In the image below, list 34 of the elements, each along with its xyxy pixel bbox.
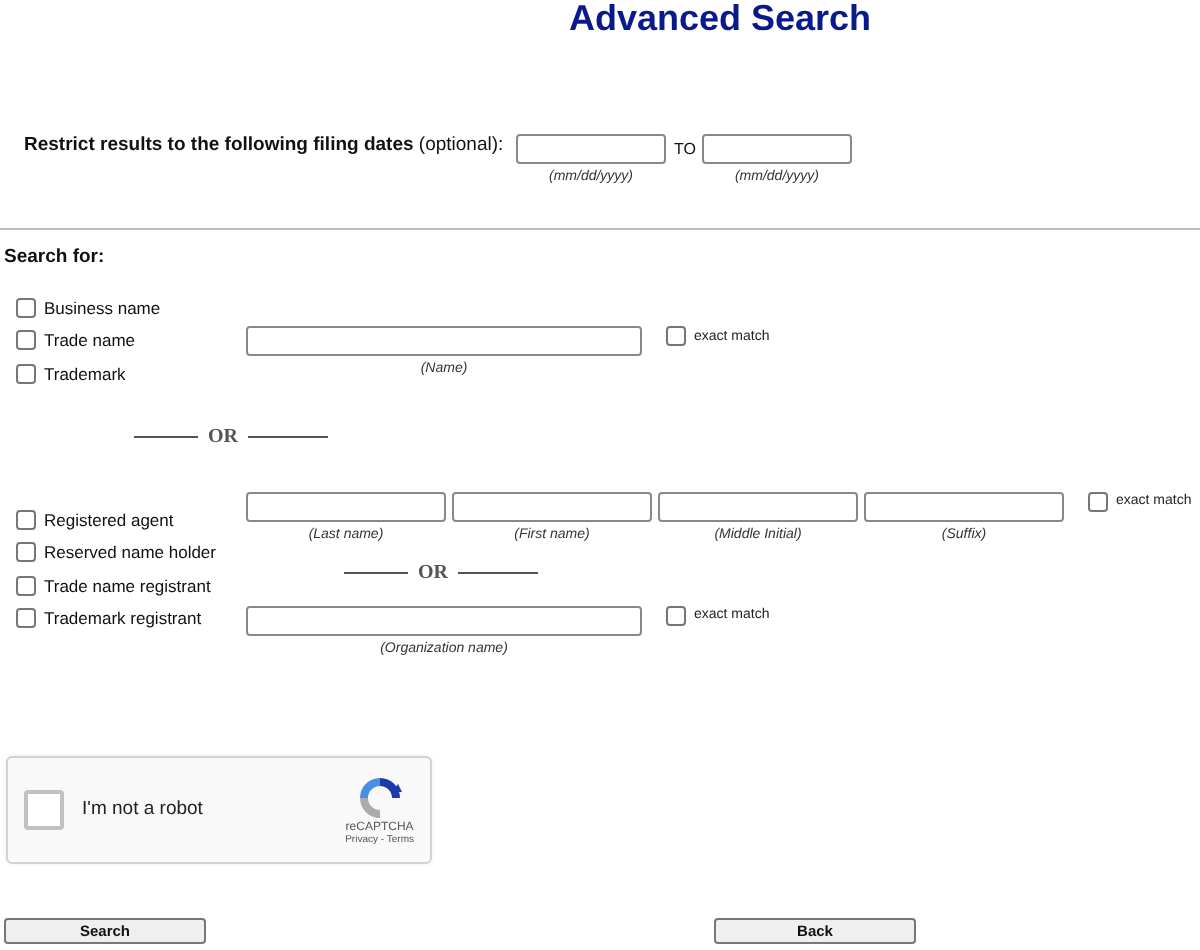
text-field[interactable] [452, 491, 652, 522]
checkbox-label[interactable]: Reserved name holder [16, 536, 246, 569]
checkbox-label[interactable]: Registered agent [16, 503, 246, 537]
checkbox-label[interactable]: Trade name [16, 324, 246, 358]
date-filter-label: Restrict results to the following filing dates (optional): [24, 134, 506, 156]
text-field[interactable] [246, 491, 446, 522]
checkbox[interactable] [16, 510, 36, 531]
page-title: Advanced Search [566, 0, 874, 40]
checkbox[interactable] [666, 605, 686, 626]
checkbox[interactable] [16, 542, 36, 563]
text-field[interactable] [516, 134, 666, 164]
checkbox[interactable] [16, 363, 36, 384]
checkbox[interactable] [666, 326, 686, 346]
captcha-checkbox[interactable] [24, 789, 64, 830]
section-heading: Search for: [4, 246, 107, 268]
text-field[interactable] [246, 326, 642, 356]
checkbox-label[interactable]: Trade name registrant [16, 568, 246, 602]
captcha-label: I'm not a robot [82, 798, 205, 821]
to-label: TO [674, 140, 696, 158]
checkbox[interactable] [16, 607, 36, 628]
checkbox-label[interactable]: Trademark [16, 357, 246, 390]
captcha-logo-icon [355, 773, 404, 822]
checkbox[interactable] [1088, 491, 1108, 512]
checkbox-label[interactable]: Business name [16, 292, 246, 325]
checkbox[interactable] [16, 330, 36, 351]
checkbox[interactable] [16, 575, 36, 596]
checkbox-label[interactable]: Trademark registrant [16, 601, 246, 635]
text-field[interactable] [658, 491, 858, 522]
text-field[interactable] [701, 134, 852, 164]
text-field[interactable] [246, 605, 642, 636]
text-field[interactable] [864, 491, 1064, 522]
checkbox[interactable] [16, 298, 36, 319]
or-separator: OR [208, 425, 238, 448]
or-separator: OR [418, 561, 448, 584]
